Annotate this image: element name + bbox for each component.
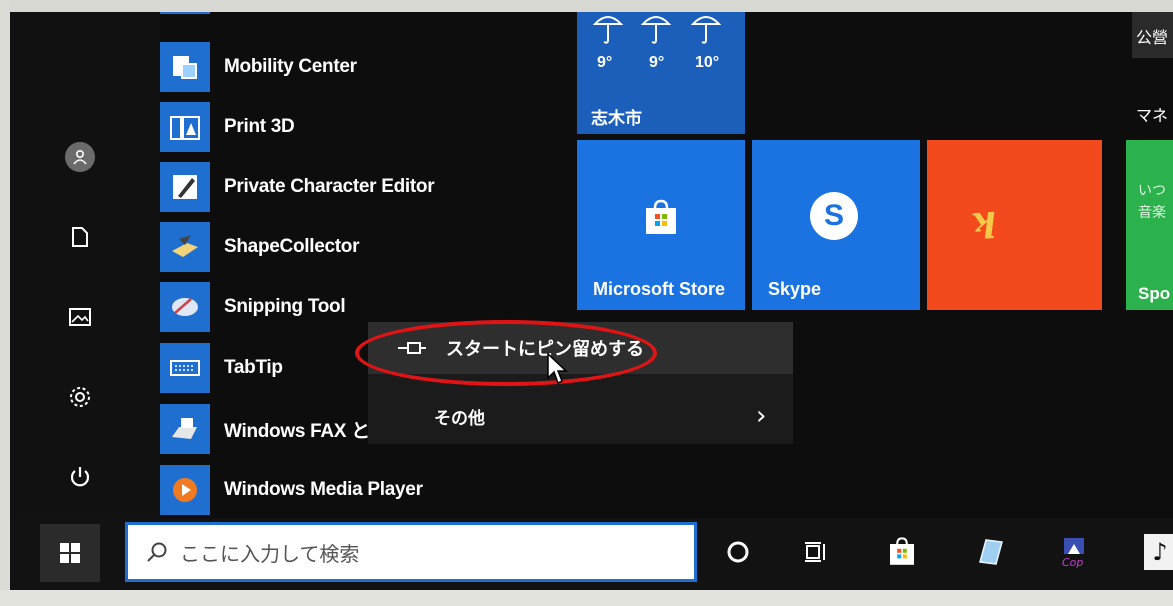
snipping-tool-icon	[160, 282, 210, 332]
app-label: Print 3D	[224, 116, 295, 137]
skype-icon: S	[810, 192, 858, 240]
temp-label: 10°	[695, 54, 720, 71]
cop-app-icon: Cop	[1062, 538, 1084, 569]
app-list-item[interactable]: Print 3D	[160, 98, 560, 156]
task-view-icon	[805, 542, 825, 562]
tile-label: Skype	[768, 279, 822, 299]
more-menu-item[interactable]: その他 ›	[368, 392, 793, 440]
more-label: その他	[434, 408, 485, 428]
music-note-icon: ♪	[1144, 534, 1173, 570]
temp-label: 9°	[597, 54, 613, 71]
skype-tile[interactable]: S Skype	[752, 140, 920, 310]
temp-label: 9°	[649, 54, 665, 71]
taskbar-store-button[interactable]	[882, 532, 922, 572]
app-icon-partial	[160, 12, 210, 14]
print-3d-icon	[160, 102, 210, 152]
store-bag-icon	[646, 199, 676, 234]
app-label: TabTip	[224, 357, 283, 378]
umbrella-icon	[593, 16, 623, 44]
king-logo-icon: ʞ	[967, 197, 998, 242]
document-icon	[72, 227, 88, 247]
umbrella-icon	[641, 16, 671, 44]
tile-partial-top-right: 公營	[1132, 12, 1173, 58]
tile-partial-text: Spo	[1138, 284, 1171, 303]
cortana-button[interactable]	[718, 532, 758, 572]
weather-city: 志木市	[591, 109, 642, 128]
tile-partial-text: いつ	[1138, 182, 1166, 198]
svg-text:Cop: Cop	[1062, 556, 1083, 569]
task-view-button[interactable]	[796, 532, 836, 572]
app-list-item[interactable]: Windows Media Player	[160, 461, 560, 519]
taskbar-app-button[interactable]: Cop	[1054, 532, 1094, 572]
picture-icon	[69, 308, 91, 326]
king-tile[interactable]: ʞ	[927, 140, 1102, 310]
app-list-item[interactable]: Private Character Editor	[160, 158, 560, 216]
search-placeholder: ここに入力して検索	[180, 543, 360, 566]
shape-collector-icon	[160, 222, 210, 272]
tile-label: Microsoft Store	[593, 279, 726, 299]
gear-icon	[70, 387, 90, 407]
media-player-icon	[160, 465, 210, 515]
app-label: Mobility Center	[224, 56, 357, 77]
taskbar-music-button[interactable]: ♪	[1140, 532, 1173, 572]
green-tile-partial[interactable]: いつ 音楽 Spo	[1126, 140, 1173, 310]
app-label: Private Character Editor	[224, 176, 435, 197]
taskbar-app-button[interactable]	[970, 532, 1010, 572]
mobility-center-icon	[160, 42, 210, 92]
tile-partial-text: 音楽	[1138, 204, 1166, 220]
app-label: Windows Media Player	[224, 479, 423, 500]
cortana-circle-icon	[727, 541, 749, 563]
tile-partial-text: 公營	[1136, 30, 1169, 47]
power-icon	[70, 467, 90, 487]
start-menu-screen: Mobility Center Print 3D Private Charact…	[10, 12, 1173, 590]
app-label: ShapeCollector	[224, 236, 360, 257]
taskbar-search-box[interactable]: ここに入力して検索	[125, 522, 697, 582]
start-button[interactable]	[40, 524, 100, 582]
store-bag-icon	[890, 537, 914, 565]
taskbar: ここに入力して検索 Cop ♪	[10, 518, 1173, 590]
umbrella-icon	[691, 16, 721, 44]
user-icon	[65, 142, 95, 172]
private-character-editor-icon	[160, 162, 210, 212]
app-list-item[interactable]: Mobility Center	[160, 38, 560, 96]
windows-logo-icon	[60, 543, 80, 563]
notebook-icon	[979, 539, 1003, 565]
start-menu-rail	[10, 12, 160, 518]
monitor-bezel-bottom	[0, 590, 1173, 606]
pictures-button[interactable]	[60, 297, 100, 337]
mouse-cursor-icon	[547, 352, 568, 385]
microsoft-store-tile[interactable]: Microsoft Store	[577, 140, 745, 310]
highlight-annotation-ellipse	[355, 320, 657, 386]
documents-button[interactable]	[60, 217, 100, 257]
app-list-item[interactable]: ShapeCollector	[160, 218, 560, 276]
tile-partial-text: マネ	[1136, 108, 1169, 125]
search-icon	[147, 542, 167, 562]
weather-tile[interactable]: 9° 9° 10° 志木市	[577, 12, 745, 134]
monitor-bezel-left	[0, 0, 10, 606]
fax-icon	[160, 404, 210, 454]
user-account-button[interactable]	[60, 137, 100, 177]
chevron-right-icon: ›	[756, 401, 767, 431]
app-label: Snipping Tool	[224, 296, 346, 317]
app-label: Windows FAX と	[224, 420, 370, 442]
power-button[interactable]	[60, 457, 100, 497]
keyboard-icon	[160, 343, 210, 393]
settings-button[interactable]	[60, 377, 100, 417]
